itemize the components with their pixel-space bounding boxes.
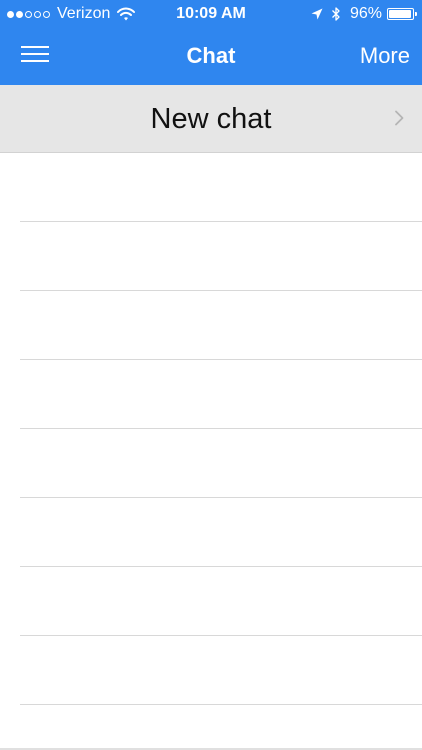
- list-item[interactable]: [20, 153, 422, 222]
- list-item[interactable]: [20, 291, 422, 360]
- app-header: Verizon 10:09 AM 96% Chat More: [0, 0, 422, 85]
- list-item[interactable]: [20, 636, 422, 705]
- list-item[interactable]: [20, 498, 422, 567]
- list-item[interactable]: [20, 360, 422, 429]
- battery-icon: [387, 8, 417, 20]
- new-chat-label: New chat: [150, 103, 272, 135]
- status-bar-right: 96%: [311, 5, 417, 23]
- status-bar: Verizon 10:09 AM 96%: [0, 0, 422, 28]
- chat-list: [0, 153, 422, 705]
- list-item[interactable]: [20, 567, 422, 636]
- navigation-bar: Chat More: [0, 28, 422, 85]
- more-button[interactable]: More: [360, 43, 410, 69]
- location-arrow-icon: [311, 8, 323, 20]
- bluetooth-icon: [332, 7, 340, 21]
- list-item[interactable]: [20, 222, 422, 291]
- battery-fill: [389, 10, 412, 18]
- battery-nub: [415, 12, 417, 16]
- list-item[interactable]: [20, 429, 422, 498]
- battery-percentage: 96%: [349, 5, 382, 22]
- new-chat-button[interactable]: New chat: [0, 85, 422, 153]
- chevron-right-icon: [395, 110, 404, 126]
- page-title: Chat: [186, 43, 236, 68]
- chat-screen: Verizon 10:09 AM 96% Chat More New chat: [0, 0, 422, 750]
